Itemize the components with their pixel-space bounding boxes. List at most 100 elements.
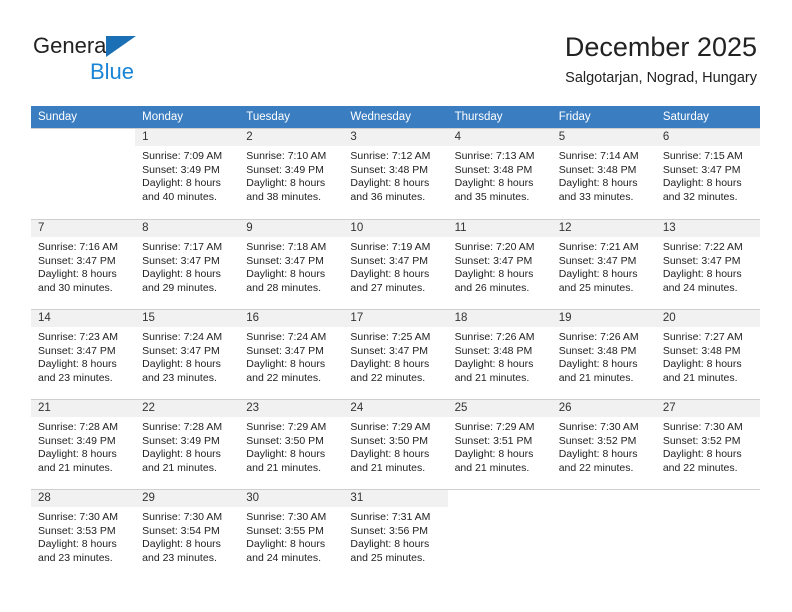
day-number: 26 <box>551 400 656 417</box>
calendar-day-cell[interactable]: 23 Sunrise: 7:29 AM Sunset: 3:50 PM Dayligh… <box>239 399 344 489</box>
sunrise-text: Sunrise: 7:12 AM <box>350 150 431 162</box>
daylight-text-cont: and 21 minutes. <box>246 461 321 474</box>
day-number: 24 <box>343 400 448 417</box>
calendar-day-cell[interactable]: 16 Sunrise: 7:24 AM Sunset: 3:47 PM Dayligh… <box>239 309 344 399</box>
calendar-day-cell[interactable]: 6 Sunrise: 7:15 AM Sunset: 3:47 PM Daylight… <box>655 128 760 218</box>
sunset-text: Sunset: 3:49 PM <box>38 434 116 447</box>
sunset-text: Sunset: 3:48 PM <box>558 344 637 357</box>
day-number: 10 <box>343 220 448 237</box>
calendar-day-cell[interactable]: 20 Sunrise: 7:27 AM Sunset: 3:48 PM Dayligh… <box>655 309 760 399</box>
day-number: 21 <box>31 400 136 417</box>
calendar-day-cell[interactable]: 22 Sunrise: 7:28 AM Sunset: 3:49 PM Dayligh… <box>135 399 240 489</box>
sunset-text: Sunset: 3:47 PM <box>662 163 741 176</box>
calendar-day-cell[interactable]: 27 Sunrise: 7:30 AM Sunset: 3:52 PM Dayligh… <box>655 399 760 489</box>
daylight-text-cont: and 25 minutes. <box>350 551 426 564</box>
day-details: Sunrise: 7:30 AM Sunset: 3:52 PM Daylight:… <box>552 417 656 475</box>
calendar-cell: 11 Sunrise: 7:20 AM Sunset: 3:47 PM Dayligh… <box>447 219 552 309</box>
sunset-text: Sunset: 3:47 PM <box>246 344 324 357</box>
calendar-day-cell[interactable]: 11 Sunrise: 7:20 AM Sunset: 3:47 PM Dayligh… <box>447 219 552 309</box>
calendar-day-cell[interactable]: 26 Sunrise: 7:30 AM Sunset: 3:52 PM Dayligh… <box>551 399 656 489</box>
calendar-cell: 13 Sunrise: 7:22 AM Sunset: 3:47 PM Dayligh… <box>655 219 760 309</box>
calendar-cell: 1 Sunrise: 7:09 AM Sunset: 3:49 PM Daylight… <box>135 128 240 219</box>
day-details: Sunrise: 7:09 AM Sunset: 3:49 PM Daylight:… <box>135 146 239 204</box>
sunset-text: Sunset: 3:52 PM <box>558 434 637 447</box>
calendar-day-cell[interactable]: 4 Sunrise: 7:13 AM Sunset: 3:48 PM Daylight… <box>447 128 552 218</box>
day-details: Sunrise: 7:14 AM Sunset: 3:48 PM Daylight:… <box>552 146 656 204</box>
daylight-text-cont: and 25 minutes. <box>558 281 634 294</box>
daylight-text: Daylight: 8 hours <box>38 268 117 281</box>
day-details: Sunrise: 7:13 AM Sunset: 3:48 PM Daylight:… <box>448 146 552 204</box>
calendar-cell: 8 Sunrise: 7:17 AM Sunset: 3:47 PM Daylight… <box>135 219 240 309</box>
sunset-text: Sunset: 3:53 PM <box>38 524 116 537</box>
sunrise-text: Sunrise: 7:25 AM <box>350 331 431 343</box>
calendar-day-cell[interactable]: 28 Sunrise: 7:30 AM Sunset: 3:53 PM Dayligh… <box>31 489 136 579</box>
day-number: 11 <box>447 220 552 237</box>
daylight-text-cont: and 22 minutes. <box>246 371 321 384</box>
day-details: Sunrise: 7:18 AM Sunset: 3:47 PM Daylight:… <box>239 237 343 295</box>
calendar-day-cell[interactable]: 9 Sunrise: 7:18 AM Sunset: 3:47 PM Daylight… <box>239 219 344 309</box>
sunrise-text: Sunrise: 7:14 AM <box>558 150 639 162</box>
daylight-text: Daylight: 8 hours <box>662 268 742 281</box>
daylight-text-cont: and 21 minutes. <box>454 461 530 474</box>
calendar-day-cell[interactable]: 21 Sunrise: 7:28 AM Sunset: 3:49 PM Dayligh… <box>31 399 136 489</box>
calendar-day-cell[interactable]: 1 Sunrise: 7:09 AM Sunset: 3:49 PM Daylight… <box>135 128 240 218</box>
calendar-body: 1 Sunrise: 7:09 AM Sunset: 3:49 PM Daylight… <box>31 128 760 580</box>
calendar-cell: 20 Sunrise: 7:27 AM Sunset: 3:48 PM Dayligh… <box>655 309 760 399</box>
sunset-text: Sunset: 3:47 PM <box>350 344 429 357</box>
daylight-text: Daylight: 8 hours <box>454 448 534 461</box>
sunrise-text: Sunrise: 7:09 AM <box>142 150 223 162</box>
calendar-day-cell[interactable]: 12 Sunrise: 7:21 AM Sunset: 3:47 PM Dayligh… <box>551 219 656 309</box>
sunset-text: Sunset: 3:54 PM <box>142 524 220 537</box>
sunrise-text: Sunrise: 7:21 AM <box>558 241 639 253</box>
day-number: 17 <box>343 310 448 327</box>
calendar-day-cell[interactable]: 5 Sunrise: 7:14 AM Sunset: 3:48 PM Daylight… <box>551 128 656 218</box>
calendar-day-cell[interactable]: 13 Sunrise: 7:22 AM Sunset: 3:47 PM Dayligh… <box>655 219 760 309</box>
calendar-cell-empty <box>655 489 760 580</box>
calendar-day-cell[interactable]: 7 Sunrise: 7:16 AM Sunset: 3:47 PM Daylight… <box>31 219 136 309</box>
day-details: Sunrise: 7:15 AM Sunset: 3:47 PM Daylight:… <box>656 146 760 204</box>
calendar-cell: 22 Sunrise: 7:28 AM Sunset: 3:49 PM Dayligh… <box>135 399 240 489</box>
daylight-text-cont: and 36 minutes. <box>350 190 426 203</box>
calendar-cell: 14 Sunrise: 7:23 AM Sunset: 3:47 PM Dayligh… <box>31 309 136 399</box>
daylight-text-cont: and 27 minutes. <box>350 281 426 294</box>
calendar-day-cell[interactable]: 25 Sunrise: 7:29 AM Sunset: 3:51 PM Dayligh… <box>447 399 552 489</box>
day-number: 7 <box>31 220 136 237</box>
calendar-day-cell[interactable]: 14 Sunrise: 7:23 AM Sunset: 3:47 PM Dayligh… <box>31 309 136 399</box>
day-number: 22 <box>135 400 240 417</box>
brand-logo-top: General <box>33 33 253 59</box>
calendar-week-row: 21 Sunrise: 7:28 AM Sunset: 3:49 PM Dayligh… <box>31 399 760 489</box>
calendar-day-cell[interactable]: 31 Sunrise: 7:31 AM Sunset: 3:56 PM Dayligh… <box>343 489 448 579</box>
brand-name-general: General <box>33 33 112 58</box>
day-number: 16 <box>239 310 344 327</box>
daylight-text: Daylight: 8 hours <box>246 358 326 371</box>
daylight-text-cont: and 21 minutes. <box>558 371 634 384</box>
calendar-day-cell[interactable]: 10 Sunrise: 7:19 AM Sunset: 3:47 PM Dayligh… <box>343 219 448 309</box>
calendar-cell: 19 Sunrise: 7:26 AM Sunset: 3:48 PM Dayligh… <box>551 309 656 399</box>
day-details: Sunrise: 7:28 AM Sunset: 3:49 PM Daylight:… <box>135 417 239 475</box>
calendar-day-cell[interactable]: 8 Sunrise: 7:17 AM Sunset: 3:47 PM Daylight… <box>135 219 240 309</box>
brand-logo[interactable]: General Blue <box>33 33 253 85</box>
calendar-day-cell[interactable]: 3 Sunrise: 7:12 AM Sunset: 3:48 PM Daylight… <box>343 128 448 218</box>
brand-name-blue: Blue <box>90 59 135 84</box>
day-details: Sunrise: 7:30 AM Sunset: 3:53 PM Daylight:… <box>31 507 135 565</box>
calendar-day-cell[interactable]: 17 Sunrise: 7:25 AM Sunset: 3:47 PM Dayligh… <box>343 309 448 399</box>
daylight-text: Daylight: 8 hours <box>246 538 326 551</box>
calendar-day-cell[interactable]: 2 Sunrise: 7:10 AM Sunset: 3:49 PM Daylight… <box>239 128 344 218</box>
weekday-header-thursday: Thursday <box>447 106 552 128</box>
calendar-day-cell[interactable]: 29 Sunrise: 7:30 AM Sunset: 3:54 PM Dayligh… <box>135 489 240 579</box>
day-number: 4 <box>447 129 552 146</box>
calendar-day-cell[interactable]: 19 Sunrise: 7:26 AM Sunset: 3:48 PM Dayligh… <box>551 309 656 399</box>
sunset-text: Sunset: 3:48 PM <box>558 163 637 176</box>
calendar-day-cell[interactable]: 15 Sunrise: 7:24 AM Sunset: 3:47 PM Dayligh… <box>135 309 240 399</box>
sunset-text: Sunset: 3:56 PM <box>350 524 429 537</box>
day-details: Sunrise: 7:10 AM Sunset: 3:49 PM Daylight:… <box>239 146 343 204</box>
calendar-week-row: 1 Sunrise: 7:09 AM Sunset: 3:49 PM Daylight… <box>31 128 760 219</box>
calendar-week-row: 14 Sunrise: 7:23 AM Sunset: 3:47 PM Dayligh… <box>31 309 760 399</box>
daylight-text-cont: and 32 minutes. <box>662 190 738 203</box>
day-details: Sunrise: 7:29 AM Sunset: 3:50 PM Daylight:… <box>239 417 343 475</box>
calendar-day-cell[interactable]: 18 Sunrise: 7:26 AM Sunset: 3:48 PM Dayligh… <box>447 309 552 399</box>
calendar-day-cell[interactable]: 24 Sunrise: 7:29 AM Sunset: 3:50 PM Dayligh… <box>343 399 448 489</box>
calendar-day-cell[interactable]: 30 Sunrise: 7:30 AM Sunset: 3:55 PM Dayligh… <box>239 489 344 579</box>
sunrise-text: Sunrise: 7:26 AM <box>558 331 639 343</box>
sunrise-text: Sunrise: 7:17 AM <box>142 241 223 253</box>
